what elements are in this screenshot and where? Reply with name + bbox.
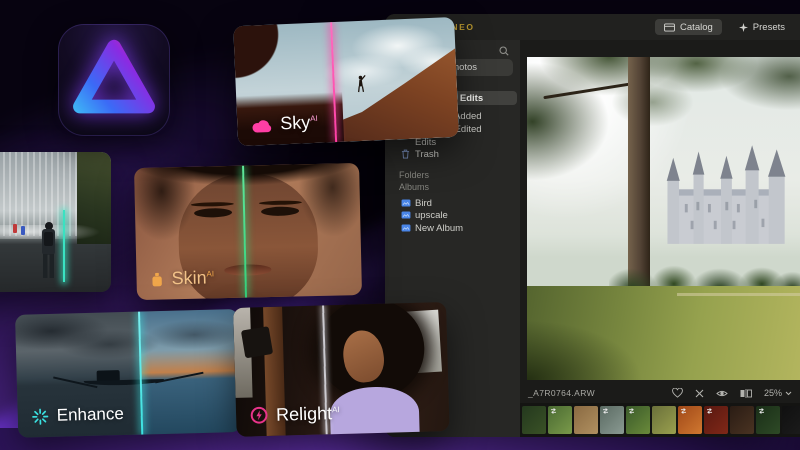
edited-swap-icon bbox=[629, 408, 634, 414]
filmstrip-thumb[interactable] bbox=[626, 406, 650, 434]
filmstrip-thumb[interactable] bbox=[522, 406, 546, 434]
edited-swap-icon bbox=[551, 408, 556, 414]
enhance-label: Enhance bbox=[32, 404, 125, 425]
sidebar-item-trash[interactable]: Trash bbox=[388, 147, 517, 161]
ai-superscript: AI bbox=[206, 269, 215, 279]
photo-canvas bbox=[520, 40, 800, 383]
albums-section-header: Albums bbox=[399, 182, 430, 192]
garden-path bbox=[677, 292, 800, 296]
edited-swap-icon bbox=[707, 408, 712, 414]
card-title: Relight bbox=[275, 403, 333, 425]
favorite-heart-icon[interactable] bbox=[672, 388, 683, 398]
folders-section-header: Folders bbox=[399, 170, 430, 180]
tiny-person-red bbox=[13, 224, 17, 233]
card-title: Skin bbox=[171, 267, 207, 289]
relight-ai-card: RelightAI bbox=[233, 302, 450, 437]
filmstrip-thumb[interactable] bbox=[548, 406, 572, 434]
presets-button[interactable]: Presets bbox=[730, 19, 794, 35]
album-icon bbox=[401, 199, 411, 207]
logo-neo: NEO bbox=[451, 22, 475, 32]
catalog-icon bbox=[664, 22, 675, 32]
filmstrip-thumb[interactable] bbox=[678, 406, 702, 434]
main-photo-dunrobin-castle bbox=[527, 57, 800, 380]
relight-label: RelightAI bbox=[250, 401, 340, 425]
zoom-level-control[interactable]: 25% bbox=[764, 388, 792, 398]
filmstrip-thumb[interactable] bbox=[574, 406, 598, 434]
sidebar-item-label: Trash bbox=[415, 148, 439, 160]
ai-superscript: AI bbox=[309, 113, 318, 124]
filmstrip-thumb[interactable] bbox=[782, 406, 800, 434]
edited-swap-icon bbox=[759, 408, 764, 414]
album-icon bbox=[401, 224, 411, 232]
sky-ai-card: SkyAI bbox=[233, 17, 460, 147]
filmstrip bbox=[520, 403, 800, 437]
lawn bbox=[527, 286, 800, 380]
footer-controls: 25% bbox=[672, 388, 792, 398]
zoom-level-value: 25% bbox=[763, 388, 782, 398]
trash-icon bbox=[401, 149, 410, 159]
filename-label: _A7R0764.ARW bbox=[528, 388, 596, 398]
edited-swap-icon bbox=[603, 408, 608, 414]
quick-preview-eye-icon[interactable] bbox=[716, 389, 728, 398]
chevron-down-icon bbox=[785, 391, 792, 395]
sidebar-item-label: upscale bbox=[415, 209, 448, 221]
card-title: Sky bbox=[279, 112, 311, 134]
skin-ai-card: SkinAI bbox=[134, 163, 362, 301]
teal-divider-line bbox=[63, 210, 65, 282]
top-bar-buttons: Catalog Presets bbox=[655, 19, 794, 35]
presets-label: Presets bbox=[752, 21, 785, 33]
filmstrip-thumb[interactable] bbox=[652, 406, 676, 434]
triangle-logo-icon bbox=[73, 39, 155, 114]
photo-footer-bar: _A7R0764.ARW 25% bbox=[520, 383, 800, 403]
photographer-silhouette bbox=[40, 222, 57, 280]
bolt-circle-icon bbox=[250, 406, 268, 424]
waterfall-photo-card bbox=[0, 152, 111, 292]
album-icon bbox=[401, 211, 411, 219]
compare-before-after-icon[interactable] bbox=[740, 388, 752, 398]
reject-x-icon[interactable] bbox=[695, 389, 704, 398]
sidebar-item-label: Bird bbox=[415, 197, 432, 209]
cloud-icon bbox=[252, 120, 272, 133]
filmstrip-thumb[interactable] bbox=[756, 406, 780, 434]
filmstrip-thumb[interactable] bbox=[704, 406, 728, 434]
skin-label: SkinAI bbox=[150, 265, 215, 289]
luminar-neo-promo: LUMINAR NEO Catalog Presets Add Photos P… bbox=[0, 0, 800, 450]
sidebar-album-upscale[interactable]: upscale bbox=[388, 208, 517, 222]
presets-sparkle-icon bbox=[738, 22, 748, 32]
sky-label: SkyAI bbox=[251, 110, 318, 134]
enhance-burst-icon bbox=[32, 408, 49, 425]
filmstrip-thumb[interactable] bbox=[730, 406, 754, 434]
sidebar-item-label: New Album bbox=[415, 222, 464, 234]
ai-superscript: AI bbox=[331, 405, 340, 415]
hiker-silhouette bbox=[358, 74, 366, 92]
catalog-button[interactable]: Catalog bbox=[655, 19, 722, 35]
lavender-top bbox=[329, 385, 421, 437]
luminar-neo-app-icon bbox=[58, 24, 170, 136]
bottle-icon bbox=[152, 272, 162, 287]
card-title: Enhance bbox=[56, 404, 125, 425]
filmstrip-thumb[interactable] bbox=[600, 406, 624, 434]
enhance-card: Enhance bbox=[15, 309, 242, 438]
castle bbox=[666, 145, 785, 244]
catalog-label: Catalog bbox=[680, 21, 713, 33]
edited-swap-icon bbox=[681, 408, 686, 414]
side-mirror bbox=[240, 325, 273, 359]
tiny-person-blue bbox=[21, 226, 25, 235]
sidebar-album-new-album[interactable]: New Album bbox=[388, 221, 517, 235]
